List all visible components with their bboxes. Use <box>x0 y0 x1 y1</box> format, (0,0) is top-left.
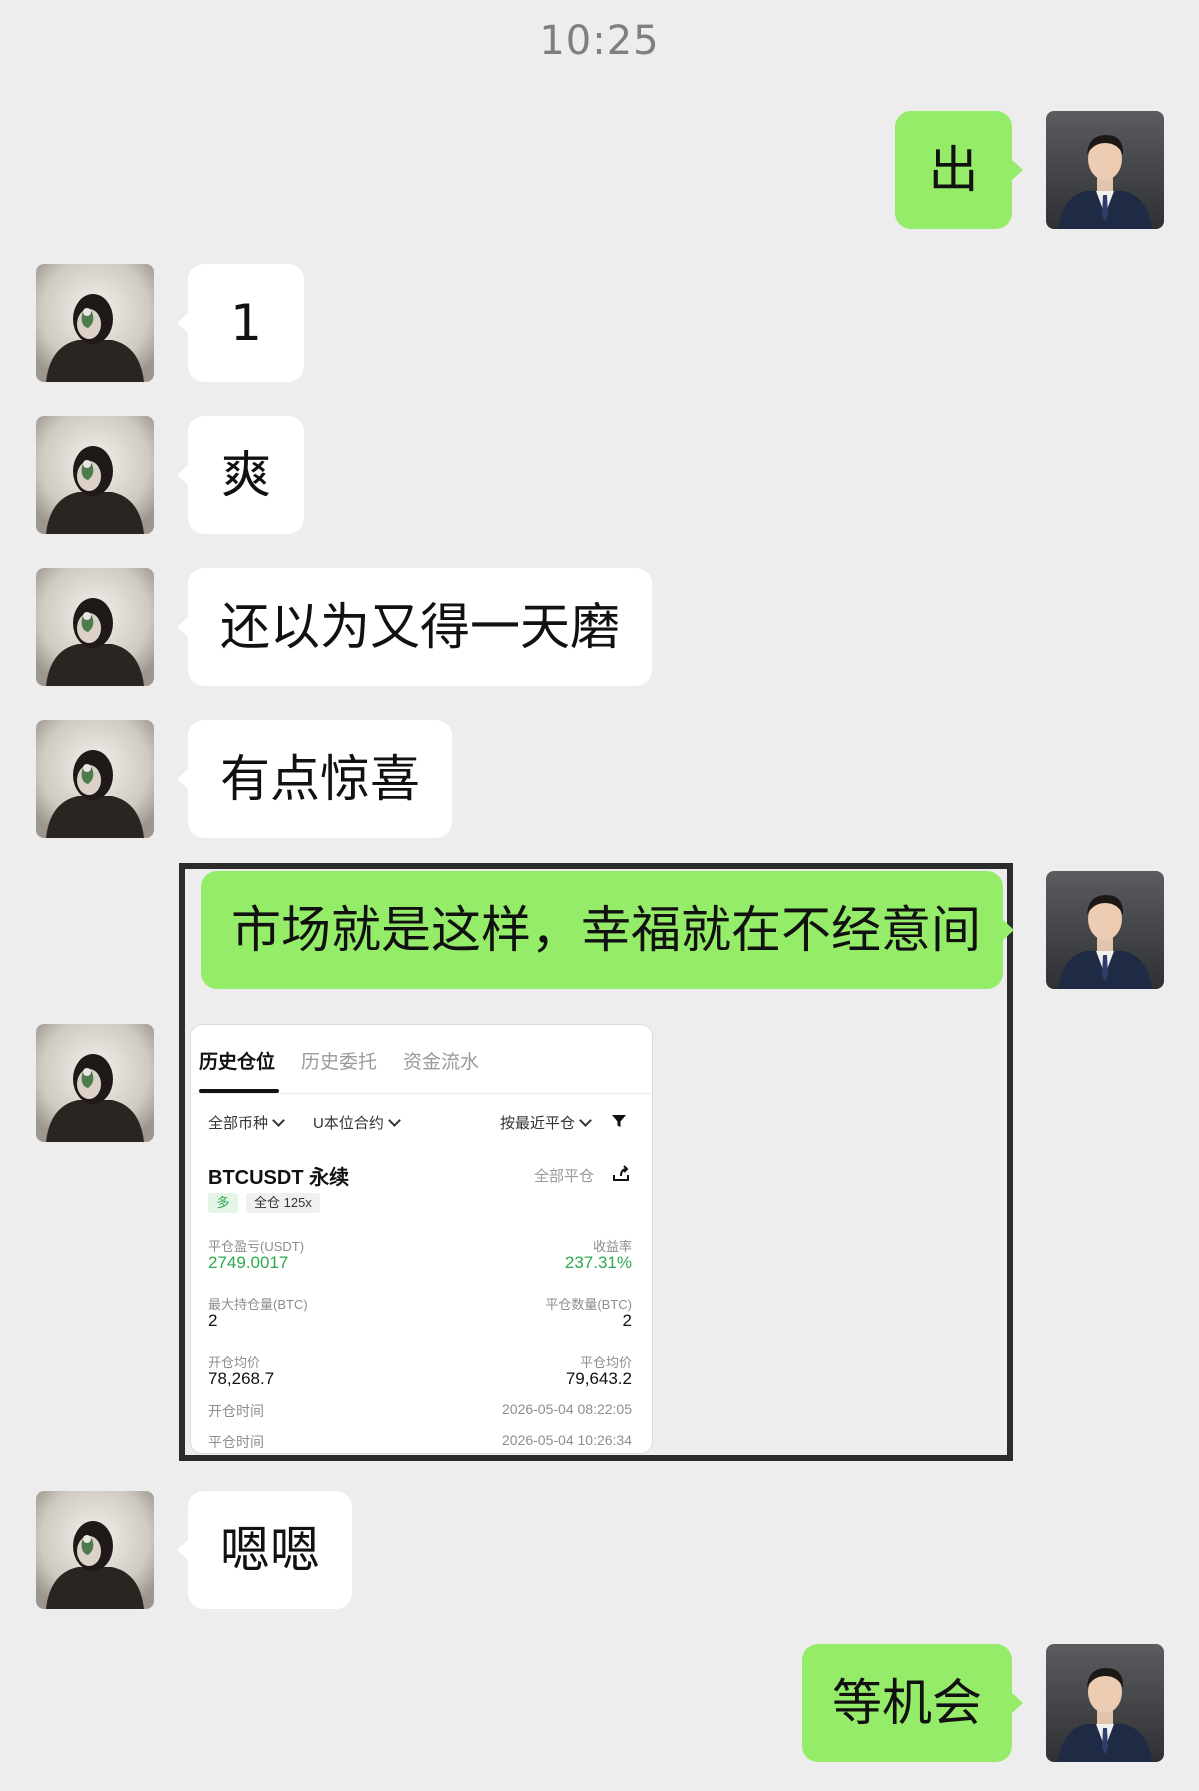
close-avg-value: 79,643.2 <box>565 1369 632 1388</box>
message-bubble-contact[interactable]: 爽 <box>177 416 304 534</box>
side-badge: 多 <box>208 1193 238 1213</box>
avatar-self[interactable] <box>1046 871 1164 989</box>
pnl-value: 2749.0017 <box>208 1253 289 1272</box>
open-time-value: 2026-05-04 08:22:05 <box>502 1401 632 1417</box>
avatar-contact[interactable] <box>36 568 154 686</box>
coin-filter[interactable]: 全部币种 <box>208 1112 285 1133</box>
message-bubble-self[interactable]: 出 <box>895 111 1023 229</box>
tab-position-history[interactable]: 历史仓位 <box>199 1047 275 1074</box>
close-type: 全部平仓 <box>533 1168 594 1185</box>
close-time-value: 2026-05-04 10:26:34 <box>502 1432 632 1448</box>
avatar-self[interactable] <box>1046 1644 1164 1762</box>
open-time-label: 开仓时间 <box>208 1403 264 1419</box>
avatar-contact[interactable] <box>36 720 154 838</box>
avatar-self[interactable] <box>1046 111 1164 229</box>
sort-filter[interactable]: 按最近平仓 <box>500 1112 592 1133</box>
message-bubble-contact[interactable]: 1 <box>177 264 304 382</box>
margin-badge: 全仓 125x <box>246 1193 320 1213</box>
tab-fund-flow[interactable]: 资金流水 <box>403 1047 479 1074</box>
chevron-down-icon <box>272 1114 285 1127</box>
avatar-contact[interactable] <box>36 416 154 534</box>
avatar-contact[interactable] <box>36 264 154 382</box>
avatar-contact[interactable] <box>36 1024 154 1142</box>
message-bubble-self[interactable]: 等机会 <box>802 1644 1023 1762</box>
share-icon[interactable] <box>611 1163 631 1183</box>
max-position-label: 最大持仓量(BTC) <box>208 1297 308 1312</box>
contract-filter[interactable]: U本位合约 <box>313 1112 401 1133</box>
chevron-down-icon <box>387 1114 401 1127</box>
close-time-label: 平仓时间 <box>208 1434 264 1450</box>
avatar-contact[interactable] <box>36 1491 154 1609</box>
sort-filter-label: 按最近平仓 <box>500 1115 576 1132</box>
coin-filter-label: 全部币种 <box>208 1115 269 1132</box>
close-qty-label: 平仓数量(BTC) <box>545 1297 632 1312</box>
roi-value: 237.31% <box>564 1253 632 1272</box>
message-bubble-contact[interactable]: 还以为又得一天磨 <box>177 568 652 686</box>
divider <box>191 1093 652 1094</box>
filter-funnel-icon[interactable] <box>611 1113 627 1129</box>
timestamp: 10:25 <box>539 18 660 64</box>
message-bubble-contact[interactable]: 有点惊喜 <box>177 720 452 838</box>
message-bubble-self[interactable]: 市场就是这样，幸福就在不经意间 <box>201 871 1014 989</box>
chevron-down-icon <box>579 1114 592 1127</box>
open-avg-value: 78,268.7 <box>208 1369 275 1388</box>
message-bubble-contact[interactable]: 嗯嗯 <box>177 1491 352 1609</box>
symbol-name: BTCUSDT 永续 <box>208 1167 350 1189</box>
close-qty-value: 2 <box>622 1311 632 1330</box>
trade-screenshot-image[interactable]: 历史仓位 历史委托 资金流水 全部币种 U本位合约 按最近平仓 BTCUSDT … <box>190 1024 653 1454</box>
tab-order-history[interactable]: 历史委托 <box>301 1047 377 1074</box>
contract-filter-label: U本位合约 <box>313 1115 384 1132</box>
max-position-value: 2 <box>208 1311 218 1330</box>
